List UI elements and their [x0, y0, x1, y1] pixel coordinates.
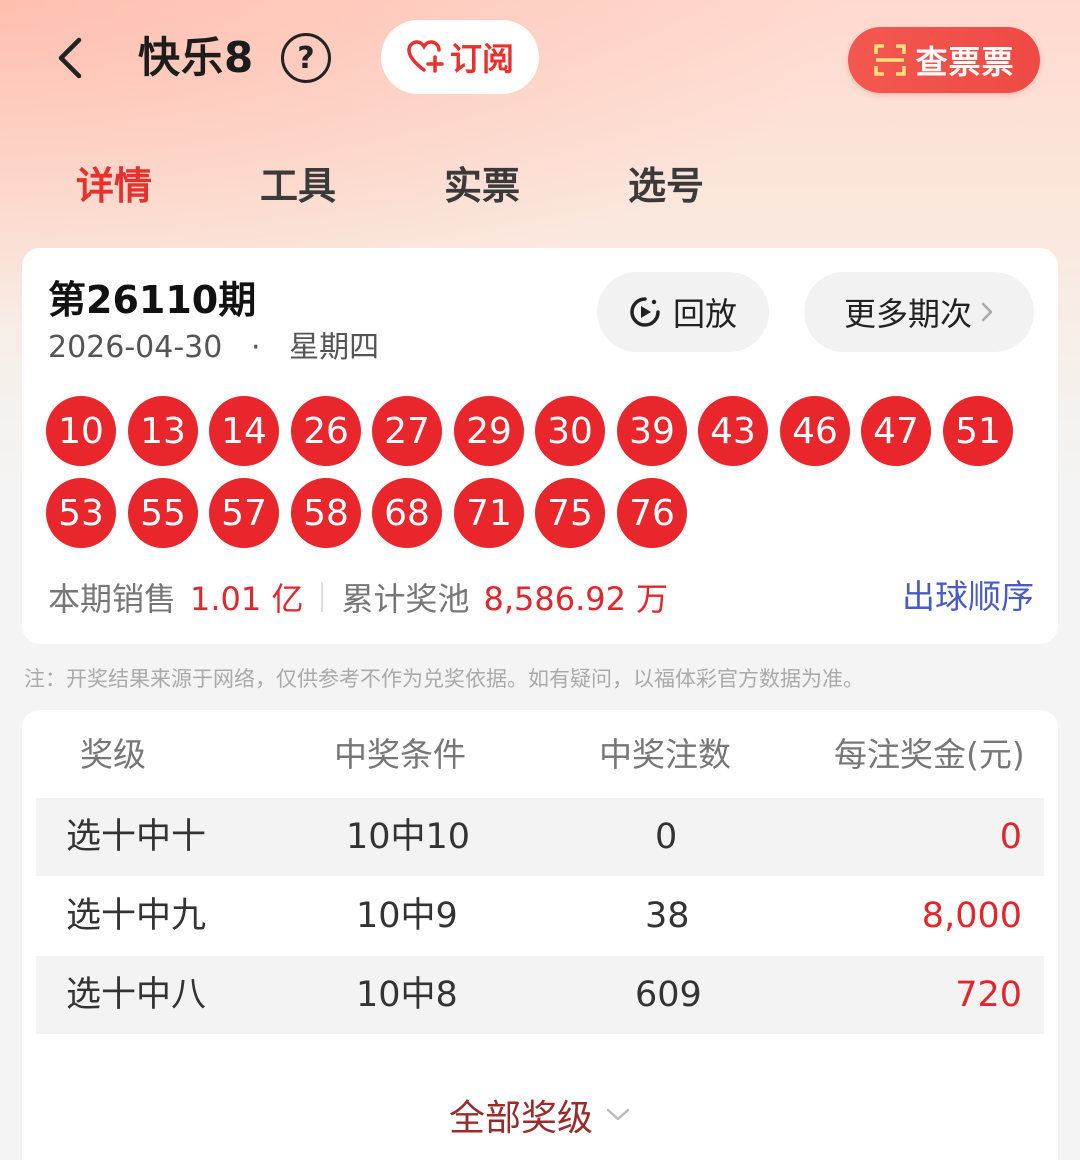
draw-result-card: 第26110期 2026-04-30 · 星期四 回放 更多期次 10 13 14 2…	[22, 248, 1058, 644]
draw-order-link[interactable]: 出球顺序	[902, 572, 1034, 622]
replay-icon	[630, 297, 660, 327]
tab-tools[interactable]: 工具	[260, 160, 336, 212]
number-ball: 13	[128, 396, 198, 466]
number-ball: 46	[780, 396, 850, 466]
number-ball: 68	[372, 478, 442, 548]
row-level: 选十中八	[66, 975, 207, 1015]
chevron-right-icon	[981, 302, 993, 322]
number-ball: 30	[535, 396, 605, 466]
subscribe-label: 订阅	[449, 40, 514, 78]
row-condition: 10中10	[346, 817, 471, 857]
replay-label: 回放	[672, 295, 737, 333]
heart-plus-icon	[407, 40, 444, 73]
tab-real-tickets[interactable]: 实票	[444, 160, 520, 212]
draw-date-line: 2026-04-30 · 星期四	[48, 328, 379, 368]
tab-pick-numbers[interactable]: 选号	[628, 160, 704, 212]
draw-date: 2026-04-30	[48, 330, 223, 365]
row-level: 选十中十	[66, 817, 207, 857]
tab-details[interactable]: 详情	[76, 160, 152, 212]
scan-icon	[874, 44, 907, 76]
all-levels-button[interactable]: 全部奖级	[22, 1090, 1058, 1140]
number-ball: 39	[617, 396, 687, 466]
header-level: 奖级	[80, 735, 146, 774]
table-row: 选十中八 10中8 609 720	[36, 956, 1044, 1034]
row-count: 38	[645, 896, 690, 936]
number-ball: 57	[209, 478, 279, 548]
row-amount: 8,000	[921, 896, 1022, 936]
number-ball: 43	[698, 396, 768, 466]
row-amount: 0	[999, 817, 1022, 857]
number-ball: 29	[454, 396, 524, 466]
number-ball: 26	[291, 396, 361, 466]
chevron-left-icon	[58, 37, 82, 79]
back-button[interactable]	[40, 28, 100, 88]
sales-stats: 本期销售 1.01 亿 累计奖池 8,586.92 万	[48, 572, 668, 622]
draw-weekday: 星期四	[289, 330, 380, 365]
number-ball: 51	[943, 396, 1013, 466]
prize-table-card: 奖级 中奖条件 中奖注数 每注奖金(元) 选十中十 10中10 0 0 选十中九…	[22, 710, 1058, 1160]
disclaimer-note: 注：开奖结果来源于网络，仅供参考不作为兑奖依据。如有疑问，以福体彩官方数据为准。	[24, 667, 864, 691]
pool-value: 8,586.92 万	[483, 580, 669, 618]
page-title: 快乐8	[138, 33, 255, 82]
table-row: 选十中十 10中10 0 0	[36, 798, 1044, 876]
row-count: 609	[635, 975, 702, 1015]
row-condition: 10中9	[356, 896, 458, 936]
header-condition: 中奖条件	[334, 735, 466, 774]
sales-value: 1.01 亿	[190, 580, 304, 618]
subscribe-button[interactable]: 订阅	[381, 20, 539, 94]
number-ball: 76	[617, 478, 687, 548]
table-row: 选十中九 10中9 38 8,000	[36, 877, 1044, 955]
header-amount: 每注奖金(元)	[834, 735, 1025, 774]
chevron-down-icon	[606, 1108, 630, 1121]
number-ball: 27	[372, 396, 442, 466]
number-ball: 75	[535, 478, 605, 548]
number-ball: 10	[46, 396, 116, 466]
stats-divider	[321, 582, 324, 612]
more-issues-label: 更多期次	[843, 295, 972, 333]
number-ball: 71	[454, 478, 524, 548]
help-button[interactable]: ?	[281, 33, 331, 83]
number-ball: 53	[46, 478, 116, 548]
check-ticket-button[interactable]: 查票票	[848, 27, 1040, 93]
date-separator: ·	[250, 330, 261, 365]
question-mark-icon: ?	[297, 40, 315, 76]
pool-label: 累计奖池	[341, 580, 470, 618]
row-level: 选十中九	[66, 896, 207, 936]
check-ticket-label: 查票票	[915, 43, 1015, 81]
all-levels-label: 全部奖级	[448, 1098, 593, 1139]
row-amount: 720	[955, 975, 1022, 1015]
sales-label: 本期销售	[48, 580, 177, 618]
row-condition: 10中8	[356, 975, 458, 1015]
row-count: 0	[655, 817, 678, 857]
number-ball: 47	[861, 396, 931, 466]
more-issues-button[interactable]: 更多期次	[804, 272, 1034, 352]
number-ball: 55	[128, 478, 198, 548]
replay-button[interactable]: 回放	[597, 272, 769, 352]
header-count: 中奖注数	[599, 735, 731, 774]
number-ball: 14	[209, 396, 279, 466]
app-header: 快乐8 ? 订阅 查票票	[0, 0, 1080, 120]
issue-number: 第26110期	[48, 278, 257, 322]
number-ball: 58	[291, 478, 361, 548]
